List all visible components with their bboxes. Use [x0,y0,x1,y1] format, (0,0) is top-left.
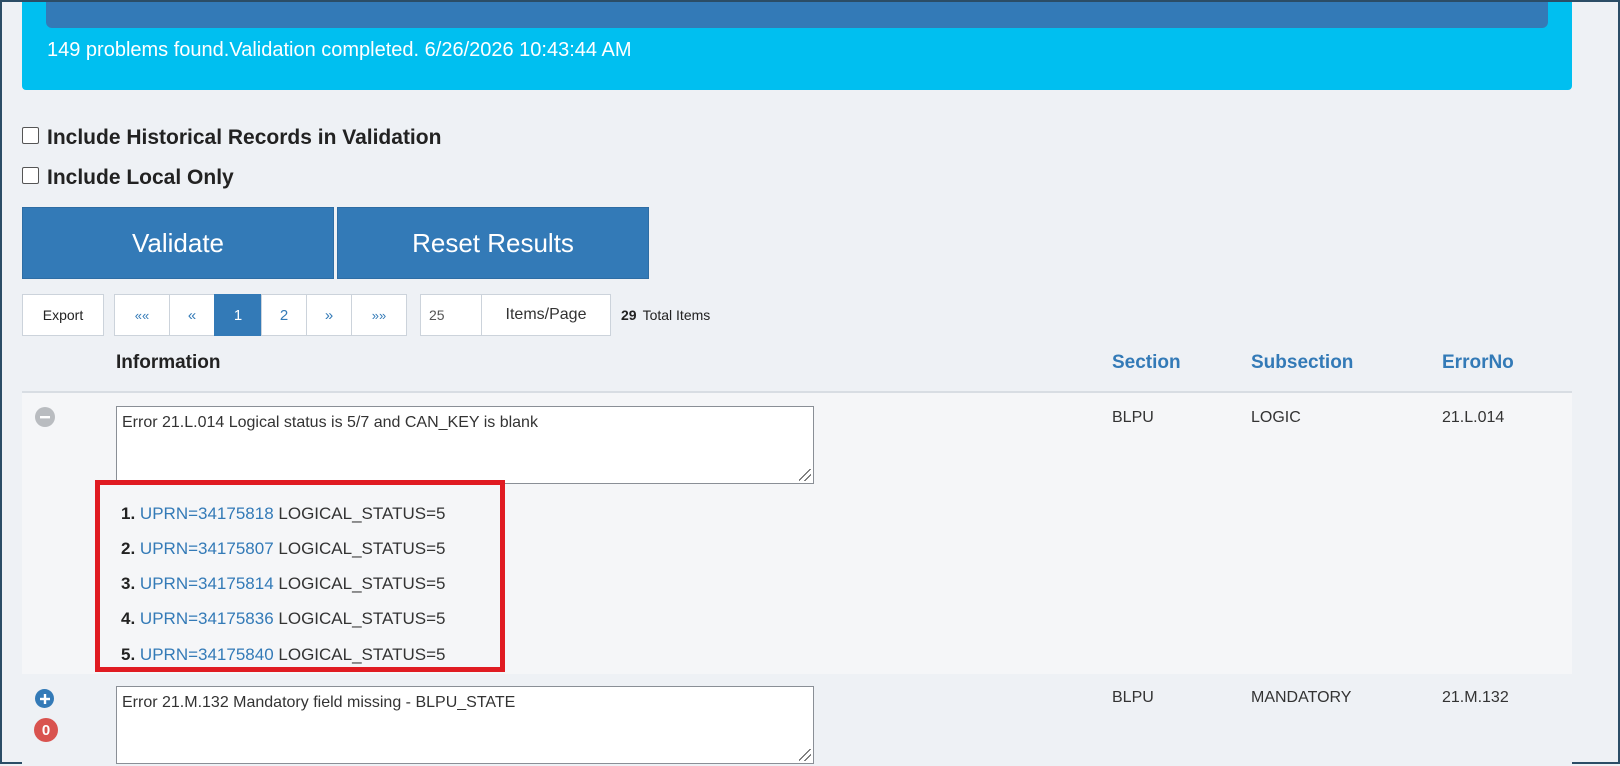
page-last-button[interactable]: »» [351,294,407,336]
progress-bar [46,2,1548,28]
error-info-textarea[interactable]: Error 21.L.014 Logical status is 5/7 and… [116,406,814,484]
row-section: BLPU [1112,689,1154,706]
row-error-no: 21.M.132 [1442,689,1509,706]
pagination: «« « 1 2 » »» [114,294,407,336]
total-count: 29 [621,307,637,323]
uprn-link[interactable]: UPRN=34175836 [140,609,274,628]
resize-handle-icon[interactable] [799,469,811,481]
error-info-textarea[interactable]: Error 21.M.132 Mandatory field missing -… [116,686,814,764]
export-button[interactable]: Export [22,294,104,336]
row-subsection: MANDATORY [1251,689,1352,706]
detail-item: 3. UPRN=34175814 LOGICAL_STATUS=5 [121,574,446,593]
status-banner: 149 problems found.Validation completed.… [22,2,1572,90]
expand-icon[interactable] [35,689,54,708]
row-subsection: LOGIC [1251,409,1301,426]
total-items: 29 Total Items [621,307,710,323]
total-label: Total Items [642,307,711,323]
local-only-label: Include Local Only [47,166,234,189]
local-only-checkbox[interactable] [22,166,39,184]
items-per-page-label: Items/Page [481,294,611,336]
page-first-button[interactable]: «« [114,294,170,336]
historical-option[interactable]: Include Historical Records in Validation [22,126,441,150]
local-only-option[interactable]: Include Local Only [22,166,234,190]
uprn-link[interactable]: UPRN=34175814 [140,574,274,593]
page-prev-button[interactable]: « [169,294,215,336]
page-2-button[interactable]: 2 [261,294,307,336]
items-per-page-input[interactable]: 25 [420,294,482,336]
historical-label: Include Historical Records in Validation [47,126,442,149]
column-information: Information [116,352,221,373]
count-badge: 0 [34,718,58,742]
error-details-highlight: 1. UPRN=34175818 LOGICAL_STATUS=5 2. UPR… [95,480,505,672]
reset-results-button[interactable]: Reset Results [337,207,649,279]
column-error-no[interactable]: ErrorNo [1442,352,1514,374]
resize-handle-icon[interactable] [799,749,811,761]
historical-checkbox[interactable] [22,126,39,144]
uprn-link[interactable]: UPRN=34175840 [140,645,274,664]
detail-item: 1. UPRN=34175818 LOGICAL_STATUS=5 [121,504,446,523]
row-error-no: 21.L.014 [1442,409,1505,426]
error-info-text: Error 21.M.132 Mandatory field missing -… [122,694,516,711]
collapse-icon[interactable] [35,407,55,427]
detail-item: 4. UPRN=34175836 LOGICAL_STATUS=5 [121,609,446,628]
detail-item: 5. UPRN=34175840 LOGICAL_STATUS=5 [121,645,446,664]
detail-item: 2. UPRN=34175807 LOGICAL_STATUS=5 [121,539,446,558]
row-section: BLPU [1112,409,1154,426]
page-1-button[interactable]: 1 [214,294,262,336]
page-next-button[interactable]: » [306,294,352,336]
error-info-text: Error 21.L.014 Logical status is 5/7 and… [122,414,538,431]
status-message: 149 problems found.Validation completed.… [47,39,632,61]
uprn-link[interactable]: UPRN=34175818 [140,504,274,523]
validate-button[interactable]: Validate [22,207,334,279]
column-subsection[interactable]: Subsection [1251,352,1353,374]
uprn-link[interactable]: UPRN=34175807 [140,539,274,558]
column-section[interactable]: Section [1112,352,1181,374]
